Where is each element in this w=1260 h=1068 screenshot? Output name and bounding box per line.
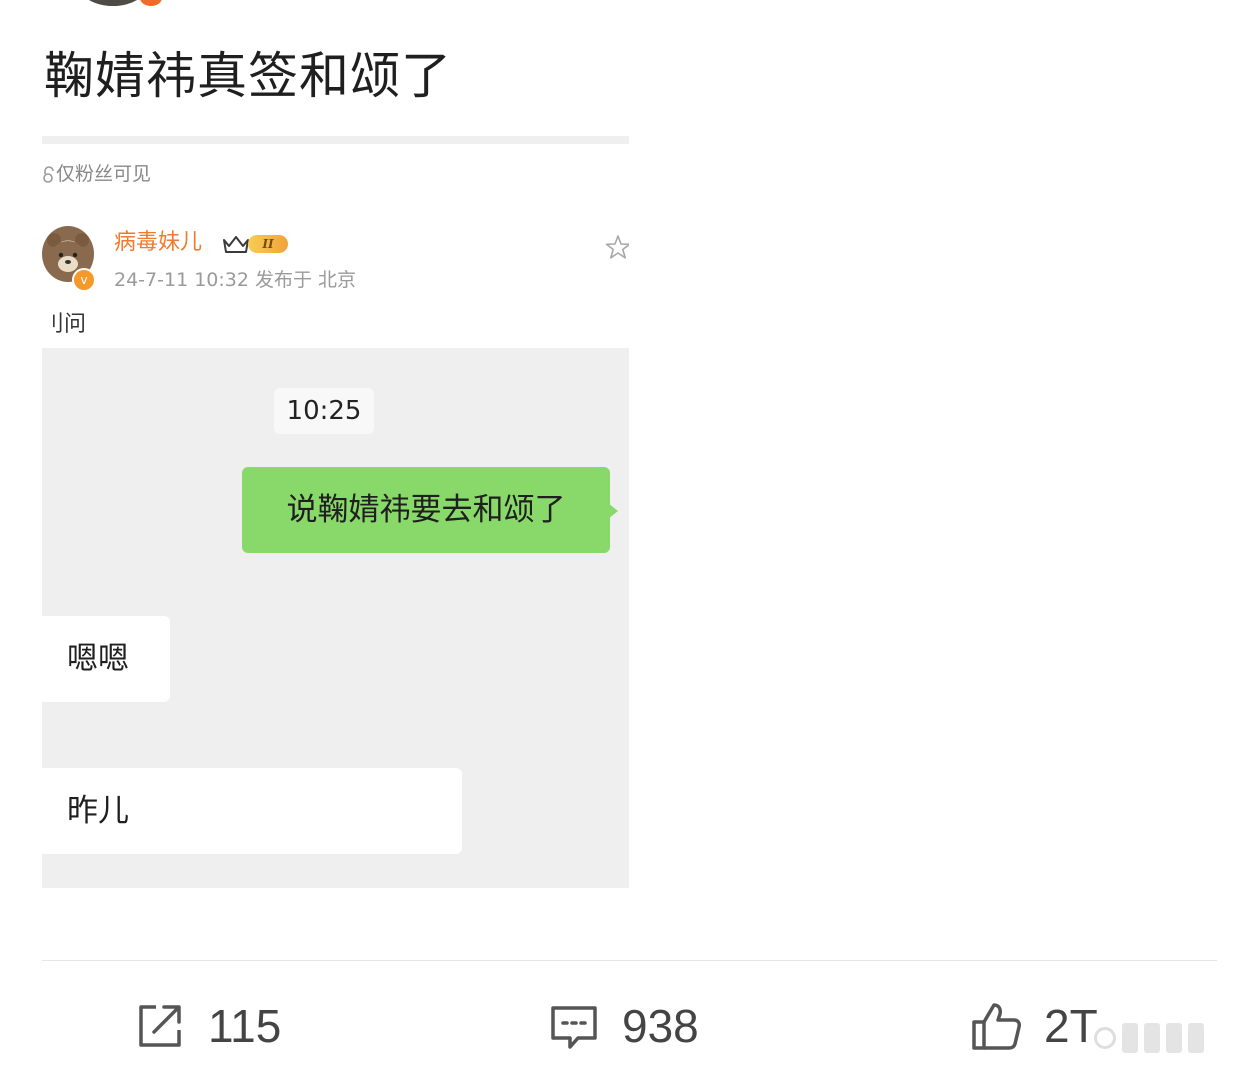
post-meta: 24-7-11 10:32 发布于 北京 [114,269,357,291]
comment-count: 938 [622,1000,699,1052]
share-button[interactable]: 115 [134,994,281,1058]
thumbs-up-icon [972,1003,1021,1050]
watermark-glyph [1166,1023,1182,1053]
screenshot-top-divider [42,136,629,144]
sent-message-bubble: 说鞠婧祎要去和颂了 [242,467,610,553]
received-message-bubble: 嗯嗯 [42,616,170,702]
crown-icon [223,236,249,253]
visibility-label: 仅粉丝可见 [56,163,152,185]
watermark-logo-icon [1094,1027,1116,1049]
comment-icon [551,1006,597,1049]
comment-button[interactable]: 938 [548,994,699,1058]
verified-badge: v [72,268,96,292]
post-text: 鞠婧祎真签和颂了 [44,47,452,105]
chat-screenshot: 10:25 说鞠婧祎要去和颂了 嗯嗯 昨儿 [42,348,629,888]
author-verified-badge [140,0,162,6]
lock-icon [43,166,54,183]
post-content-fragment: 刂问 [42,312,87,337]
watermark-glyph [1188,1023,1204,1053]
watermark-glyph [1144,1023,1160,1053]
username[interactable]: 病毒妹儿 [114,228,202,258]
received-message-bubble: 昨儿 [42,768,462,854]
sent-bubble-tail [608,503,618,519]
embedded-screenshot[interactable]: 仅粉丝可见 v 病毒妹儿 II 24-7-11 10:32 发布于 北京 刂问 … [42,136,629,888]
like-button[interactable]: 2T [970,994,1098,1058]
platform-watermark [1094,1018,1252,1058]
share-icon [139,1005,181,1047]
author-avatar[interactable] [78,0,148,6]
watermark-glyph [1122,1023,1138,1053]
chat-timestamp: 10:25 [274,388,374,434]
vip-level-badge: II [248,235,288,253]
action-bar-divider [42,960,1217,961]
star-icon[interactable] [605,234,629,260]
like-count: 2T [1044,1000,1098,1052]
share-count: 115 [208,1000,282,1052]
